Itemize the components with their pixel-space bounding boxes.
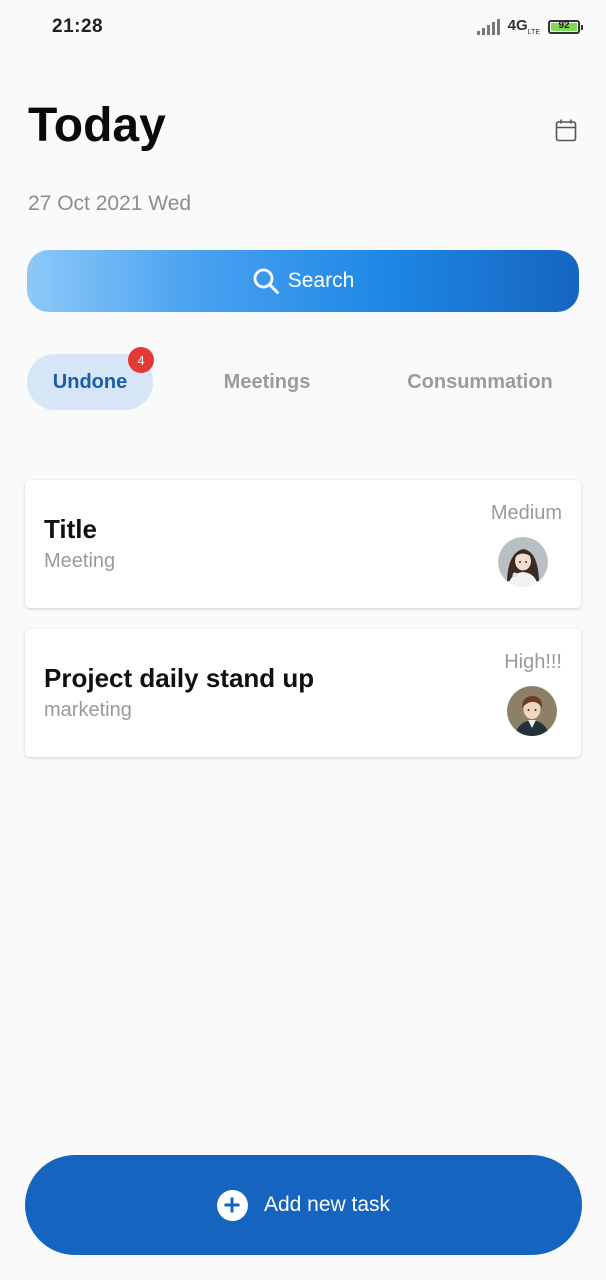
task-priority: High!!! bbox=[504, 651, 562, 673]
task-title: Project daily stand up bbox=[44, 663, 315, 693]
date-label: 27 Oct 2021 Wed bbox=[28, 192, 192, 215]
battery-icon: 92 bbox=[548, 19, 583, 34]
network-type: 4GLTE bbox=[508, 17, 540, 36]
task-priority: Medium bbox=[490, 502, 562, 524]
task-title: Title bbox=[44, 514, 97, 544]
battery-level: 92 bbox=[558, 19, 570, 31]
search-button[interactable]: Search bbox=[27, 250, 579, 312]
task-category: marketing bbox=[44, 699, 132, 721]
status-bar: 21:28 4GLTE 92 bbox=[0, 0, 606, 54]
task-card[interactable]: Project daily stand up marketing High!!! bbox=[25, 629, 581, 757]
signal-icon bbox=[476, 18, 500, 35]
male-avatar bbox=[507, 686, 557, 736]
network-subtype-label: LTE bbox=[527, 29, 540, 36]
tab-meetings[interactable]: Meetings bbox=[200, 354, 334, 410]
add-task-label: Add new task bbox=[263, 1193, 391, 1216]
status-indicators: 4GLTE 92 bbox=[476, 17, 583, 36]
task-card[interactable]: Title Meeting Medium bbox=[25, 480, 581, 608]
network-type-label: 4G bbox=[507, 17, 528, 34]
search-label: Search bbox=[287, 269, 355, 292]
plus-circle-icon bbox=[216, 1189, 248, 1221]
search-icon bbox=[253, 268, 279, 294]
task-category: Meeting bbox=[44, 550, 116, 572]
female-avatar bbox=[498, 537, 548, 587]
tab-meetings-label: Meetings bbox=[223, 370, 311, 393]
page-title: Today bbox=[28, 99, 166, 152]
tab-undone-label: Undone bbox=[52, 370, 128, 393]
tab-consummation[interactable]: Consummation bbox=[392, 354, 568, 410]
add-task-button[interactable]: Add new task bbox=[25, 1155, 582, 1255]
undone-count-badge: 4 bbox=[128, 347, 154, 373]
status-time: 21:28 bbox=[52, 16, 104, 37]
tab-undone[interactable]: Undone 4 bbox=[27, 347, 154, 410]
calendar-icon[interactable] bbox=[555, 119, 577, 142]
tab-consummation-label: Consummation bbox=[407, 370, 553, 393]
